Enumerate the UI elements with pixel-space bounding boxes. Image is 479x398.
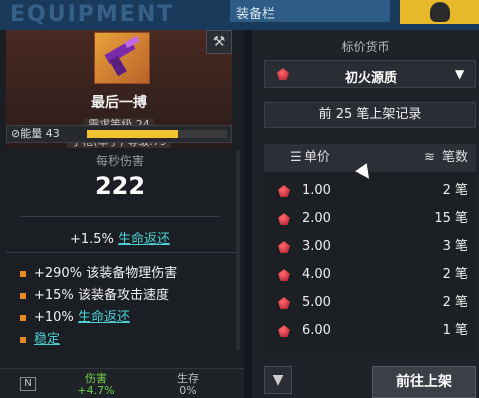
tooltip-scrollbar[interactable] [236, 150, 240, 350]
currency-label: 标价货币 [341, 40, 390, 54]
item-name: 最后一搏 [91, 95, 147, 111]
equipment-tab[interactable]: 装备栏 [230, 0, 390, 22]
list-item-button[interactable]: 前往上架 [372, 366, 476, 398]
energy-bar [87, 130, 227, 138]
currency-selected: 初火源质 [344, 71, 397, 86]
hammer-button[interactable]: ⚒ [206, 30, 232, 54]
energy-icon: ⊘ [11, 127, 21, 140]
mod-lifesteal: +10% 生命返还 [20, 306, 130, 325]
table-row[interactable]: 3.00 3 笔 [264, 234, 476, 260]
compare-row: N 伤害 +4.7% 生存 0% [0, 368, 244, 398]
mod-physical-damage: +290% 该装备物理伤害 [20, 262, 177, 281]
col-price: 单价 [304, 150, 331, 165]
divider [6, 252, 238, 253]
bullet-icon [20, 336, 26, 343]
crystal-icon [278, 297, 290, 309]
hammer-icon: ⚒ [212, 34, 226, 50]
helmet-icon [430, 2, 450, 22]
compare-badge: N [20, 377, 36, 391]
lifesteal-line: +1.5% 生命返还 [0, 228, 240, 247]
mod-stable: 稳定 [20, 328, 60, 347]
dps-label: 每秒伤害 [95, 154, 144, 168]
table-row[interactable]: 5.00 2 笔 [264, 290, 476, 316]
coins-icon: ☰ [290, 150, 302, 165]
helmet-button[interactable] [400, 0, 479, 24]
energy-label: 能量 43 [20, 127, 60, 140]
divider [20, 216, 220, 217]
bullet-icon [20, 270, 26, 277]
stack-icon: ≋ [424, 150, 435, 165]
energy-bar-fill [87, 130, 178, 138]
mod-lifesteal-link[interactable]: 生命返还 [78, 310, 130, 325]
damage-value: +4.7% [77, 384, 115, 397]
table-row[interactable]: 2.00 15 笔 [264, 206, 476, 232]
crystal-icon [278, 269, 290, 281]
lifesteal-link[interactable]: 生命返还 [118, 232, 170, 247]
mod-attack-speed: +15% 该装备攻击速度 [20, 284, 169, 303]
table-row[interactable]: 6.00 1 笔 [264, 318, 476, 344]
banner-decor-text: EQUIPMENT [10, 2, 175, 27]
crystal-icon [278, 241, 290, 253]
lifesteal-value: +1.5% [69, 232, 114, 247]
filter-button[interactable]: ▼ [264, 366, 292, 394]
records-button[interactable]: 前 25 笔上架记录 [264, 102, 476, 128]
bullet-icon [20, 292, 26, 299]
energy-row: ⊘能量 43 [6, 125, 232, 143]
crystal-icon [278, 185, 290, 197]
crystal-icon [278, 325, 290, 337]
filter-icon: ▼ [272, 372, 284, 388]
table-row[interactable]: 1.00 2 笔 [264, 178, 476, 204]
bullet-icon [20, 314, 26, 321]
col-count: 笔数 [441, 150, 468, 165]
survival-value: 0% [179, 384, 197, 397]
item-icon [94, 32, 150, 84]
crystal-icon [278, 213, 290, 225]
currency-select[interactable]: 初火源质 ▼ [264, 60, 476, 88]
top-banner: EQUIPMENT 装备栏 [0, 0, 479, 30]
table-row[interactable]: 4.00 2 笔 [264, 262, 476, 288]
dps-value: 222 [94, 172, 146, 200]
mod-stable-link[interactable]: 稳定 [34, 332, 60, 347]
chevron-down-icon: ▼ [455, 67, 465, 81]
